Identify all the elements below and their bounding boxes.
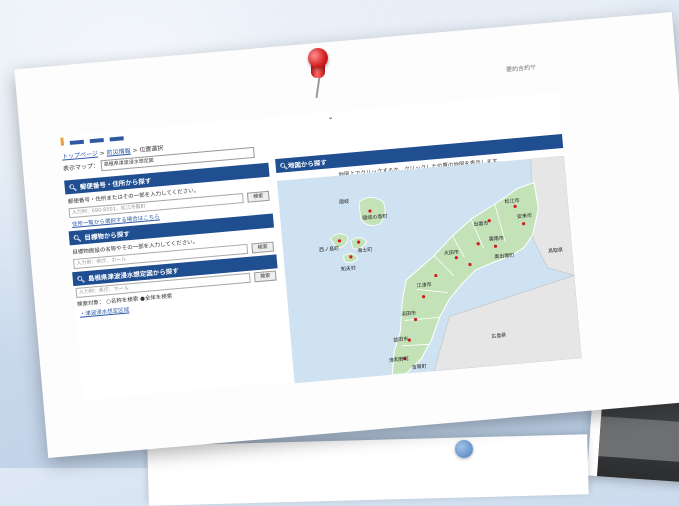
map-label-chibu: 知夫村 — [341, 264, 357, 272]
chevron-down-icon[interactable]: ⌄ — [327, 113, 334, 121]
map-label-masuda: 益田市 — [393, 335, 409, 343]
display-map-label: 表示マップ： — [62, 162, 100, 173]
map-label-gotsu: 江津市 — [416, 281, 432, 289]
tsunami-search-button[interactable]: 検索 — [253, 270, 277, 283]
web-page: 要約合約サ トップページ > 防災情報 > 位置選択 表示マップ： 島根県津波浸… — [60, 64, 582, 400]
map-label-oki: 隠岐 — [339, 198, 350, 206]
search-panel: 🔍︎ 郵便番号・住所から探す 郵便番号・住所またはその一部を入力してください。 入… — [64, 160, 281, 320]
map-label-izumo: 出雲市 — [473, 220, 489, 228]
breadcrumb-separator: > — [99, 149, 106, 158]
landmark-search-button[interactable]: 検索 — [251, 241, 275, 254]
shimane-map[interactable]: 隠岐 隠岐の島町 西ノ島町 海士町 知夫村 出雲市 松江市 安来市 雲南市 奥出… — [276, 155, 582, 384]
breadcrumb-section[interactable]: 防災情報 — [106, 148, 131, 157]
map-label-tottori: 鳥取県 — [548, 246, 564, 254]
breadcrumb-separator: > — [132, 147, 138, 155]
search-target-label: 検索対象： — [76, 299, 105, 308]
top-right-text: 要約合約サ — [505, 64, 537, 74]
map-label-oda: 大田市 — [444, 248, 460, 256]
map-label-unnan: 雲南市 — [489, 234, 505, 242]
bottom-card — [147, 434, 589, 506]
map-panel: 🔍︎地図から探す 地図上でクリックするか、クリックした位置の地図を表示します。 — [275, 134, 582, 384]
search-icon: 🔍︎ — [68, 183, 78, 193]
breadcrumb-current: 位置選択 — [139, 144, 164, 154]
map-label-hiroshima: 広島県 — [491, 332, 507, 340]
search-icon: 🔍︎ — [76, 275, 86, 284]
search-icon: 🔍︎ — [72, 234, 82, 243]
map-label-hamada: 浜田市 — [401, 309, 417, 317]
screenshot-card: 要約合約サ トップページ > 防災情報 > 位置選択 表示マップ： 島根県津波浸… — [14, 11, 679, 459]
postal-search-button[interactable]: 検索 — [246, 190, 270, 203]
blue-pin-icon — [455, 440, 473, 458]
map-label-ama: 海士町 — [357, 246, 373, 254]
map-label-matsue: 松江市 — [504, 197, 520, 205]
map-label-yoshika: 吉賀町 — [411, 363, 427, 371]
breadcrumb-home[interactable]: トップページ — [62, 151, 98, 161]
map-label-yasugi: 安来市 — [517, 212, 533, 220]
